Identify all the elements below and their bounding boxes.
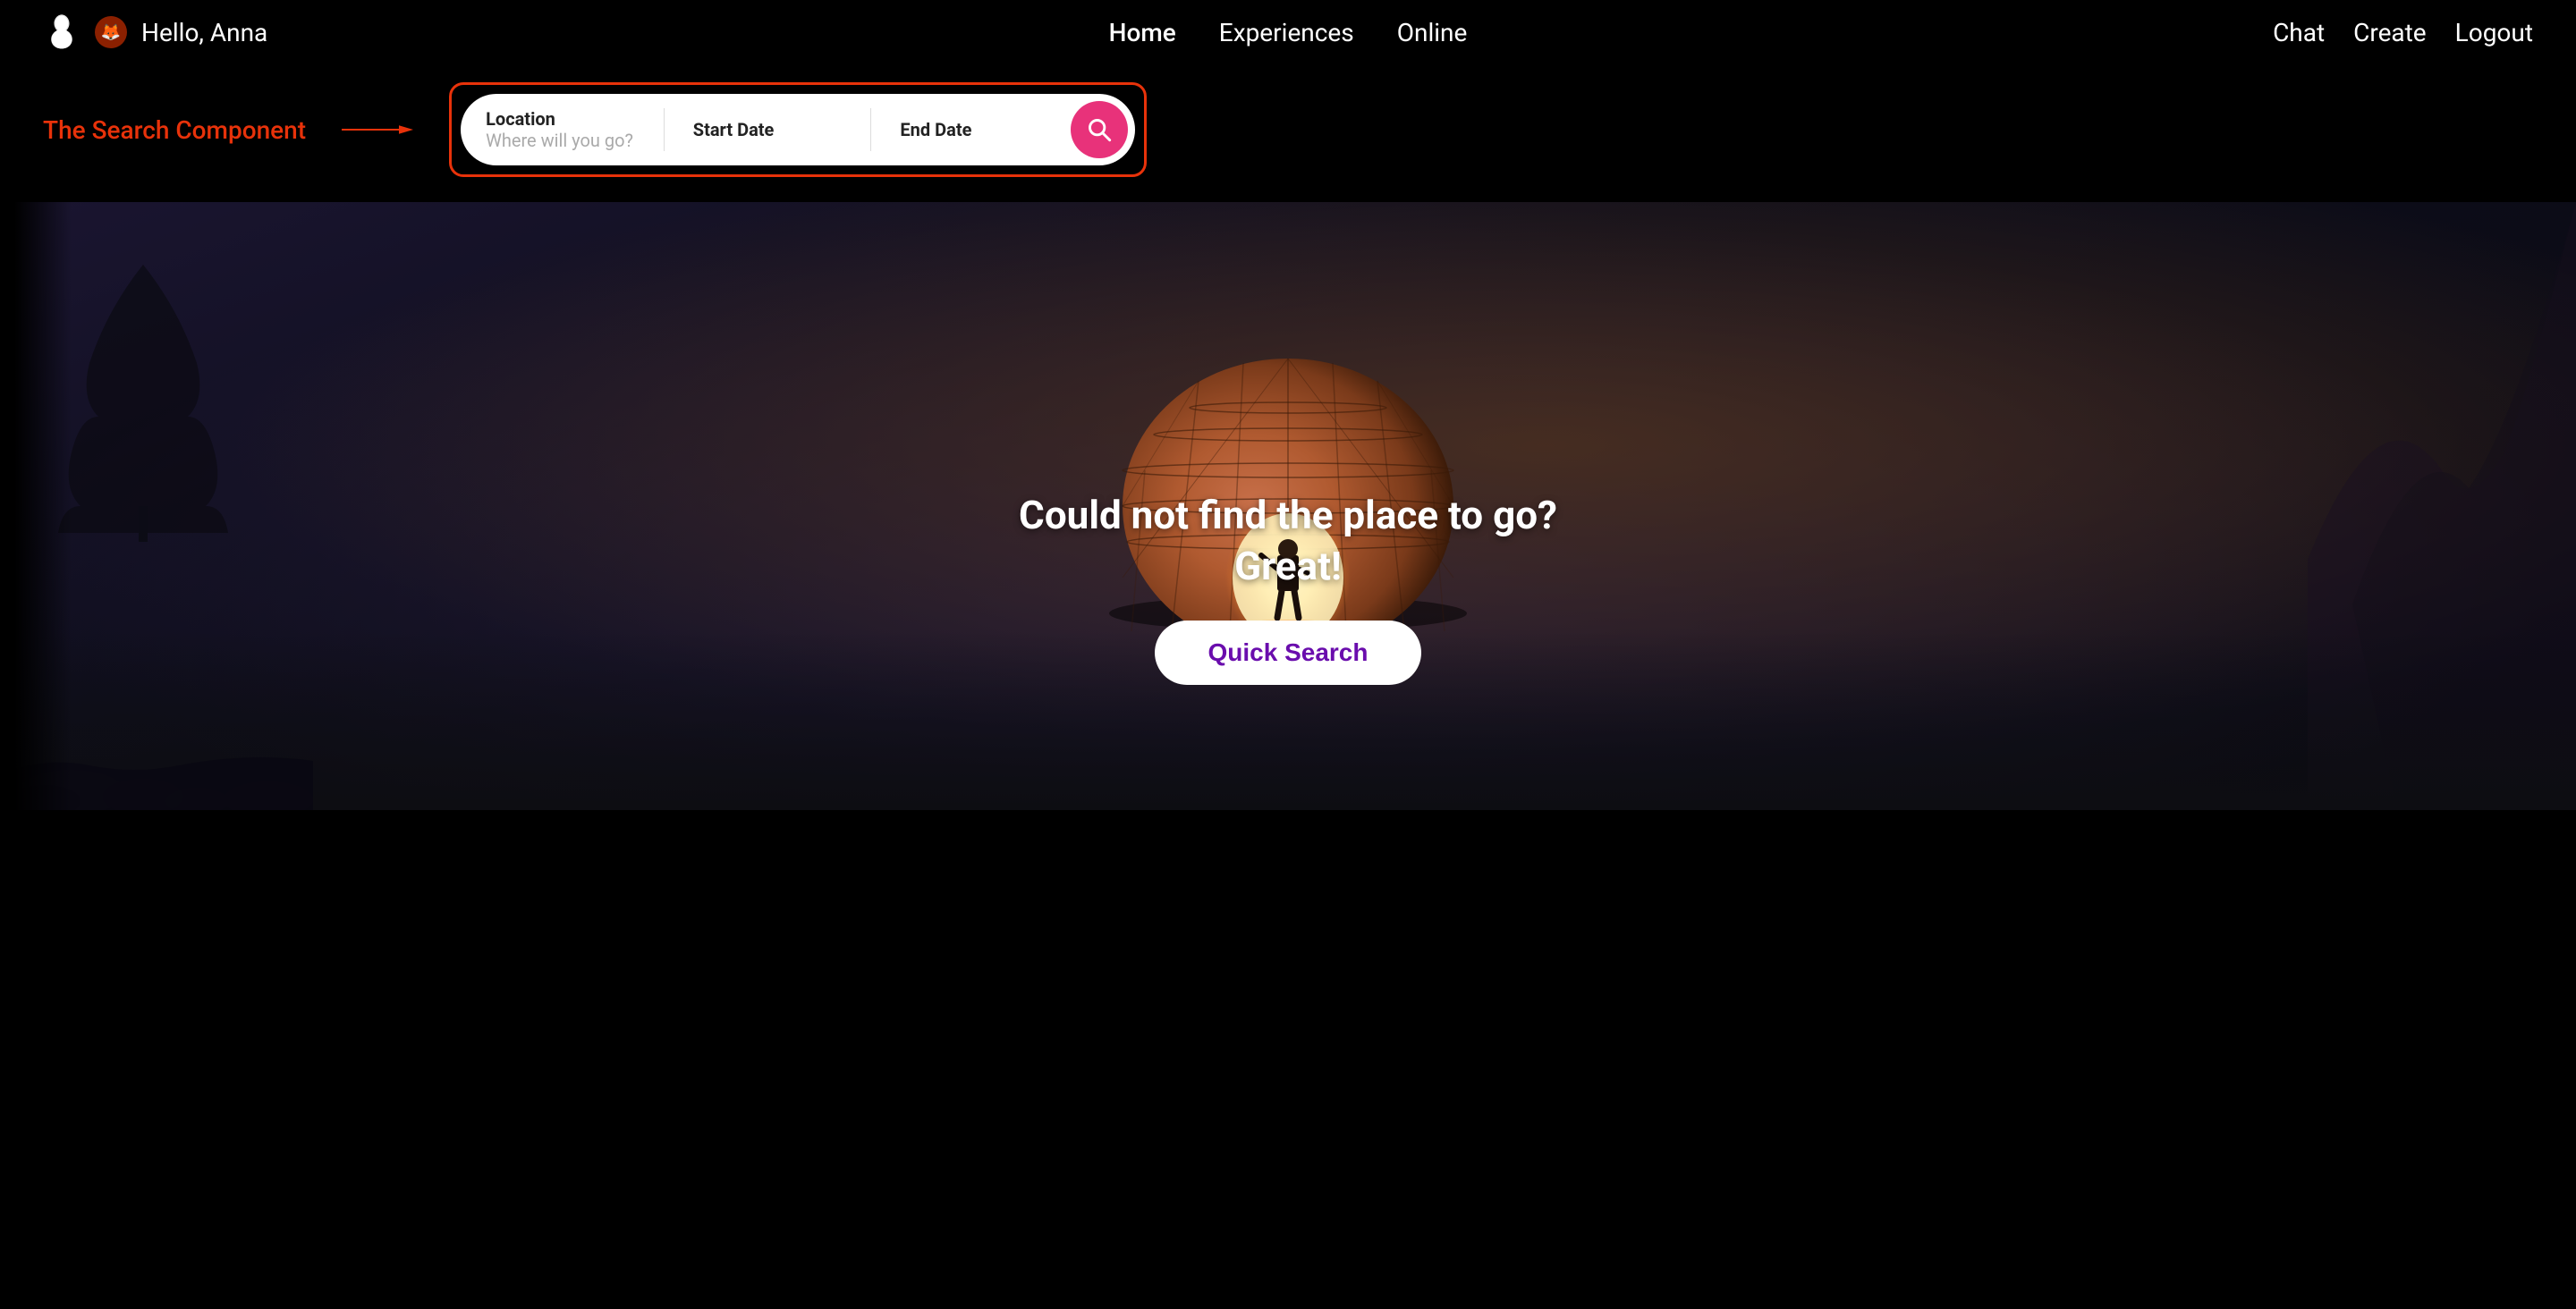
search-button[interactable]: [1071, 101, 1128, 158]
hero-title: Could not find the place to go? Great!: [0, 490, 2576, 592]
navbar: 🦊 Hello, Anna Home Experiences Online Ch…: [0, 0, 2576, 64]
svg-text:🦊: 🦊: [101, 23, 121, 42]
hello-text: Hello, Anna: [141, 18, 267, 47]
location-placeholder: Where will you go?: [486, 130, 635, 151]
avatar-icon: 🦊: [95, 16, 127, 48]
nav-home[interactable]: Home: [1109, 18, 1176, 47]
nav-logout[interactable]: Logout: [2455, 18, 2533, 47]
start-date-field[interactable]: Start Date: [672, 112, 864, 148]
search-highlight-box: Location Where will you go? Start Date E…: [449, 82, 1147, 177]
hero-content: Could not find the place to go? Great! Q…: [0, 490, 2576, 685]
location-label: Location: [486, 108, 635, 130]
end-date-label: End Date: [900, 119, 1049, 140]
nav-create[interactable]: Create: [2353, 18, 2427, 47]
nav-online[interactable]: Online: [1397, 18, 1468, 47]
nav-right: Chat Create Logout: [2273, 18, 2533, 47]
nav-chat[interactable]: Chat: [2273, 18, 2325, 47]
end-date-field[interactable]: End Date: [878, 112, 1071, 148]
start-date-label: Start Date: [693, 119, 843, 140]
search-bar: Location Where will you go? Start Date E…: [461, 94, 1135, 165]
quick-search-button[interactable]: Quick Search: [1155, 621, 1422, 685]
nav-left: 🦊 Hello, Anna: [43, 13, 267, 51]
nav-center: Home Experiences Online: [1109, 18, 1468, 47]
search-annotation-area: The Search Component Location Where will…: [0, 64, 2576, 202]
search-component-label: The Search Component: [43, 115, 306, 145]
search-divider-2: [870, 108, 871, 151]
airbnb-logo-icon[interactable]: [43, 13, 80, 51]
location-field[interactable]: Location Where will you go?: [486, 101, 657, 158]
hero-section: Could not find the place to go? Great! Q…: [0, 202, 2576, 810]
search-divider-1: [664, 108, 665, 151]
annotation-arrow-icon: [342, 121, 413, 139]
nav-experiences[interactable]: Experiences: [1219, 18, 1354, 47]
